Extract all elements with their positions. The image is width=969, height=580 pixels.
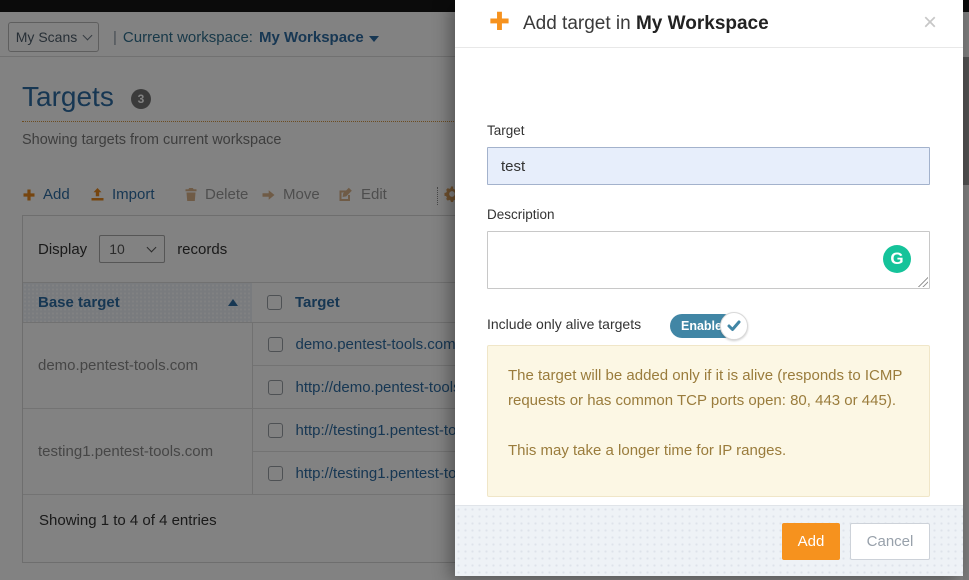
description-field-label: Description [487,207,555,222]
close-icon[interactable]: × [923,11,937,35]
warning-paragraph: The target will be added only if it is a… [508,363,909,413]
check-icon [727,320,741,332]
modal-footer: Add Cancel [455,505,963,576]
modal-header: ✚ Add target in My Workspace × [455,0,963,48]
add-submit-button[interactable]: Add [782,523,840,560]
toggle-knob[interactable] [720,312,748,340]
target-input[interactable] [487,147,930,185]
resize-grip-icon[interactable] [918,277,928,287]
alive-warning-note: The target will be added only if it is a… [487,345,930,497]
modal-title-workspace: My Workspace [636,13,769,34]
alive-targets-label: Include only alive targets [487,316,641,332]
modal-body: Target Description G Include only alive … [455,48,963,505]
cancel-button[interactable]: Cancel [850,523,930,560]
description-textarea[interactable] [487,231,930,289]
target-field-label: Target [487,123,525,138]
alive-toggle[interactable]: Enabled [670,314,748,338]
warning-paragraph: This may take a longer time for IP range… [508,438,909,463]
add-target-modal: ✚ Add target in My Workspace × Target De… [455,0,963,576]
modal-title-prefix: Add target in [523,13,631,34]
app-window: My Scans | Current workspace: My Workspa… [0,0,969,580]
description-field-wrap: G [487,231,930,289]
grammarly-icon[interactable]: G [883,245,911,273]
modal-title: Add target in My Workspace [523,13,769,35]
plus-icon: ✚ [489,12,510,32]
